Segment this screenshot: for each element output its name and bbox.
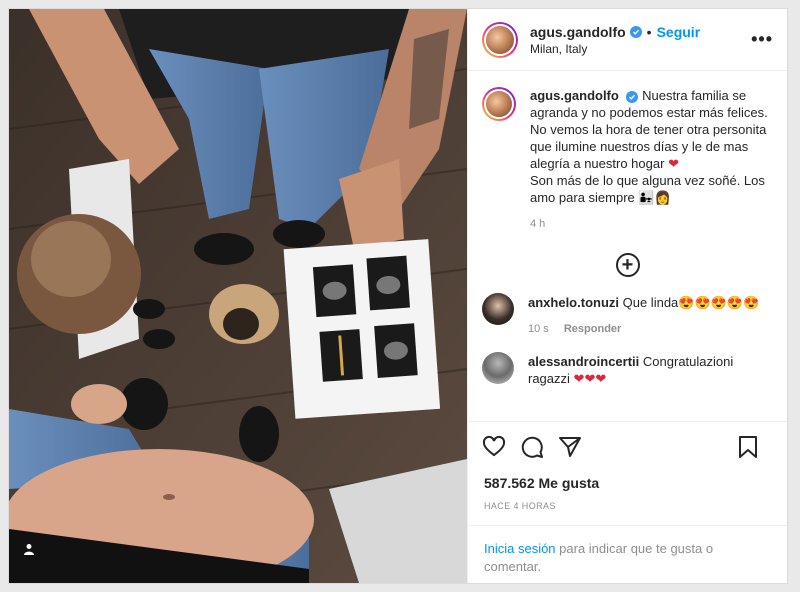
post-timestamp: HACE 4 HORAS [484, 501, 556, 511]
commenter-username[interactable]: anxhelo.tonuzi [528, 295, 619, 310]
post-header: agus.gandolfo • Seguir Milan, Italy ••• [468, 9, 787, 71]
user-tag-icon[interactable] [23, 543, 49, 569]
follow-button[interactable]: Seguir [657, 24, 701, 40]
caption-username[interactable]: agus.gandolfo [530, 88, 619, 103]
author-username[interactable]: agus.gandolfo [530, 24, 626, 40]
bookmark-icon[interactable] [737, 435, 759, 459]
load-more-comments[interactable]: + [482, 253, 773, 277]
verified-icon [626, 91, 639, 103]
instagram-post-modal: agus.gandolfo • Seguir Milan, Italy ••• … [8, 8, 788, 584]
add-comment-icon[interactable]: + [615, 253, 640, 277]
commenter-username[interactable]: alessandroincertii [528, 354, 639, 369]
family-emoji: 👨‍👧‍👩 [638, 190, 671, 205]
caption-time: 4 h [530, 218, 546, 230]
likes-count[interactable]: 587.562 Me gusta [468, 471, 787, 491]
heart-icon[interactable] [482, 435, 506, 459]
heart-emoji: ❤ [668, 156, 679, 171]
login-prompt: Inicia sesión para indicar que te gusta … [468, 525, 787, 583]
post-location[interactable]: Milan, Italy [530, 42, 751, 56]
comment-item: anxhelo.tonuzi Que linda😍😍😍😍😍 10 s Respo… [482, 293, 773, 338]
post-photo-illustration [9, 9, 467, 583]
author-avatar[interactable] [482, 21, 518, 58]
comment-item: alessandroincertii Congratulazioni ragaz… [482, 352, 773, 387]
login-link[interactable]: Inicia sesión [484, 541, 556, 556]
caption-avatar[interactable] [482, 87, 516, 121]
post-sidebar: agus.gandolfo • Seguir Milan, Italy ••• … [467, 9, 787, 583]
comment-icon[interactable] [520, 435, 544, 459]
comment-text: Que linda [622, 295, 679, 310]
verified-icon [629, 25, 642, 38]
separator-dot: • [646, 23, 652, 40]
more-options-icon[interactable]: ••• [751, 29, 773, 50]
comment-time: 10 s [528, 323, 549, 335]
comment-emoji: 😍😍😍😍😍 [678, 295, 760, 310]
post-photo[interactable] [9, 9, 467, 583]
action-bar [468, 421, 787, 471]
comment-emoji: ❤❤❤ [573, 371, 607, 386]
reply-button[interactable]: Responder [564, 323, 621, 335]
caption: agus.gandolfo Nuestra familia se agranda… [482, 87, 773, 233]
commenter-avatar[interactable] [482, 293, 514, 325]
comments-list: agus.gandolfo Nuestra familia se agranda… [468, 71, 787, 421]
commenter-avatar[interactable] [482, 352, 514, 384]
share-icon[interactable] [558, 435, 582, 459]
